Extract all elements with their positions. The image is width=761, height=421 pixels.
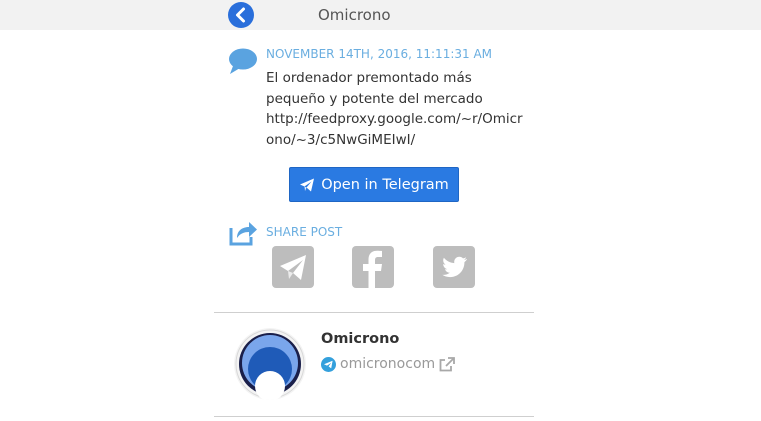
back-button[interactable] [228, 2, 254, 28]
header-bar: Omicrono [0, 0, 761, 30]
share-facebook-button[interactable] [352, 246, 394, 288]
chevron-left-icon [236, 7, 245, 23]
share-arrow-icon [229, 222, 257, 246]
post-text-line: El ordenador premontado más [266, 70, 472, 86]
channel-name: Omicrono [321, 331, 400, 347]
post-text-line: ono/~3/c5NwGiMEIwI/ [266, 131, 416, 148]
share-post-label: SHARE POST [266, 225, 343, 239]
open-in-telegram-label: Open in Telegram [321, 176, 449, 193]
divider [214, 416, 534, 417]
post-text-line: http://feedproxy.google.com/~r/Omicr [266, 111, 523, 127]
open-in-telegram-button[interactable]: Open in Telegram [289, 167, 459, 202]
page-title: Omicrono [318, 6, 391, 24]
channel-handle-row[interactable]: omicronocom [321, 354, 456, 374]
share-telegram-button[interactable] [272, 246, 314, 288]
telegram-circle-icon [321, 356, 336, 372]
telegram-icon [280, 255, 306, 280]
channel-avatar [234, 328, 306, 400]
external-link-icon[interactable] [439, 356, 456, 372]
paper-plane-icon [300, 178, 315, 191]
twitter-icon [442, 256, 467, 278]
post-date: NOVEMBER 14TH, 2016, 11:11:31 AM [266, 47, 493, 61]
facebook-icon [363, 250, 382, 288]
share-twitter-button[interactable] [433, 246, 475, 288]
post-text: El ordenador premontado más pequeño y po… [266, 68, 523, 150]
divider [214, 312, 534, 313]
channel-handle[interactable]: omicronocom [340, 356, 435, 372]
speech-bubble-icon [229, 48, 257, 74]
post-text-line: pequeño y potente del mercado [266, 90, 483, 107]
